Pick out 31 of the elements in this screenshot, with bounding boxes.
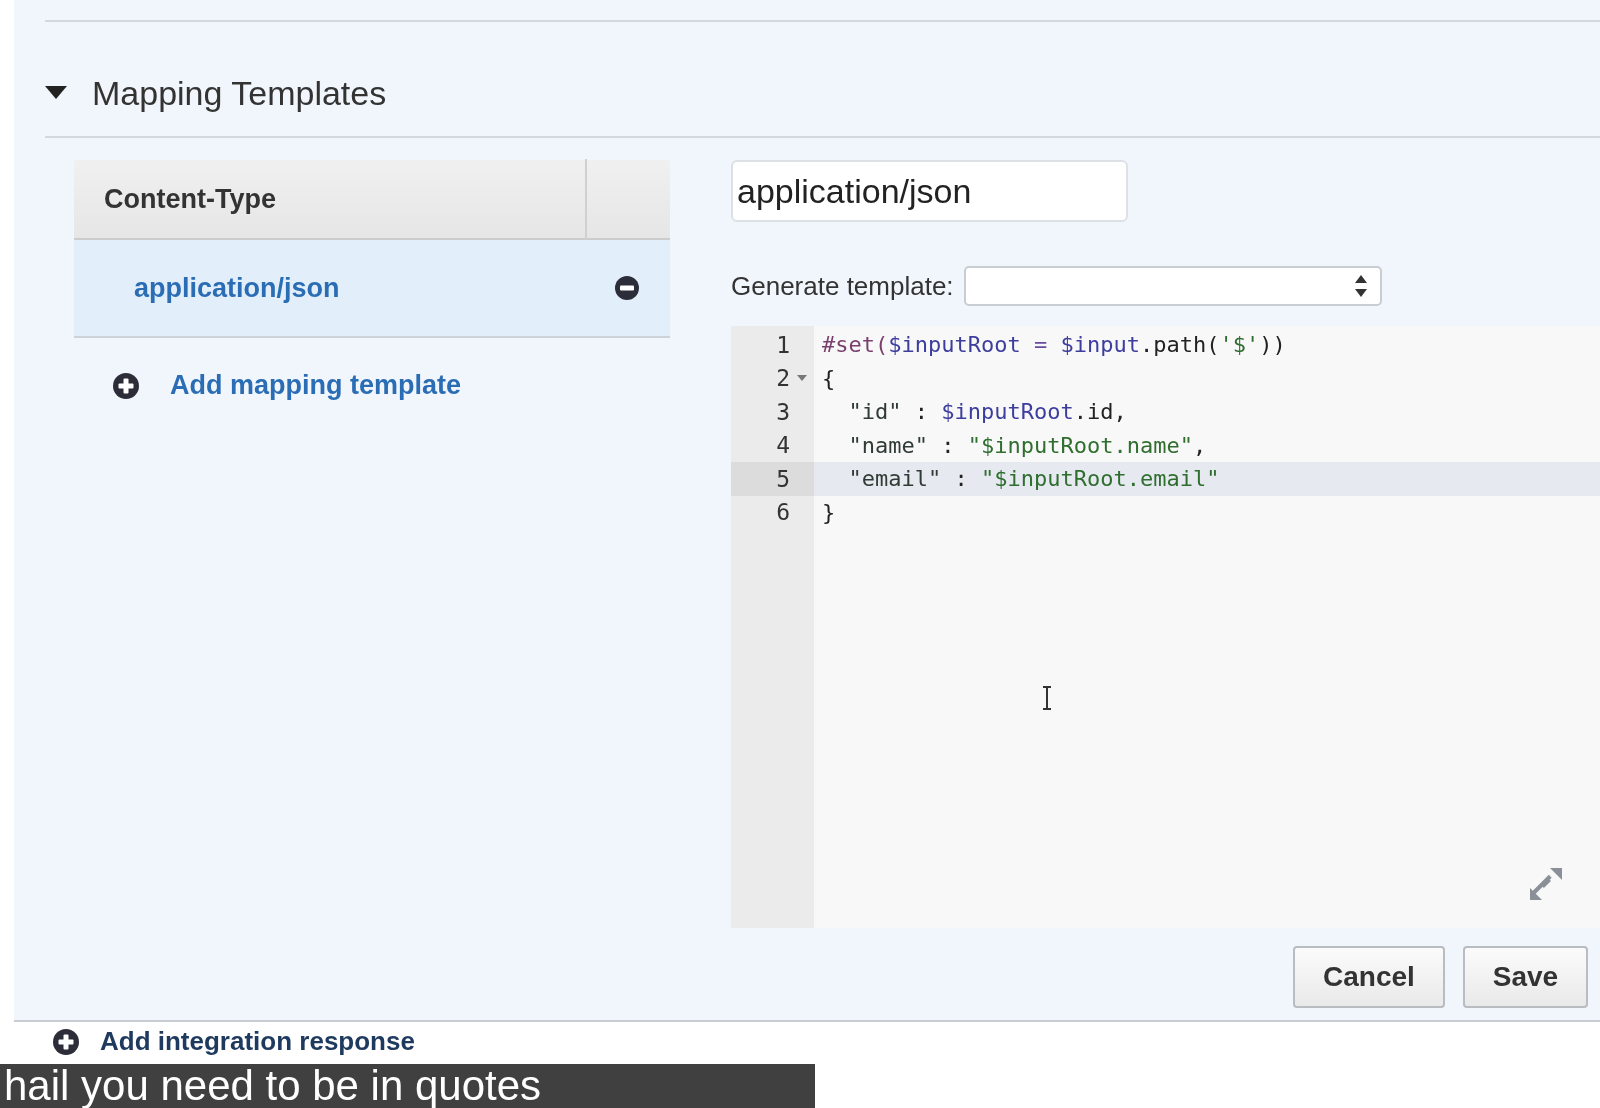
column-header: Content-Type	[104, 183, 276, 215]
add-icon[interactable]	[52, 1027, 80, 1056]
code-line: "email" : "$inputRoot.email"	[847, 466, 1220, 492]
content-type-link[interactable]: application/json	[134, 272, 340, 304]
add-response-link[interactable]: Add integration response	[100, 1026, 415, 1057]
line-number: 2	[776, 365, 790, 392]
add-icon[interactable]	[112, 371, 140, 400]
updown-icon	[1353, 273, 1368, 299]
line-number: 6	[776, 499, 790, 526]
code-line: "name" : "$inputRoot.name",	[847, 432, 1207, 458]
section-title: Mapping Templates	[92, 73, 387, 113]
line-number: 5	[776, 465, 790, 492]
content-type-field[interactable]: application/json	[731, 160, 1128, 222]
line-number: 4	[776, 432, 790, 459]
table-row[interactable]: application/json	[74, 240, 670, 338]
code-line: #set($inputRoot = $input.path('$'))	[822, 332, 1286, 358]
save-button[interactable]: Save	[1463, 946, 1588, 1008]
generate-label: Generate template:	[731, 270, 954, 302]
code-line: "id" : $inputRoot.id,	[847, 399, 1127, 425]
code-line: }	[822, 499, 836, 525]
fold-icon[interactable]	[797, 375, 807, 382]
cancel-button[interactable]: Cancel	[1293, 946, 1445, 1008]
expand-icon[interactable]	[1528, 866, 1564, 902]
add-template-link[interactable]: Add mapping template	[170, 370, 461, 401]
code-editor[interactable]: 1 2 3 4 5 6 #set($inputRoot = $input.path('$')) { "id" : $inputRoot.id, "name" : "$inputRoot.name", "email" : "$inputRoot.email" }	[731, 326, 1600, 928]
remove-icon[interactable]	[614, 275, 640, 301]
text-cursor-icon	[1041, 686, 1053, 710]
line-number: 3	[776, 398, 790, 425]
line-number: 1	[776, 331, 790, 358]
code-line: {	[822, 365, 836, 391]
caret-icon[interactable]	[45, 86, 67, 100]
